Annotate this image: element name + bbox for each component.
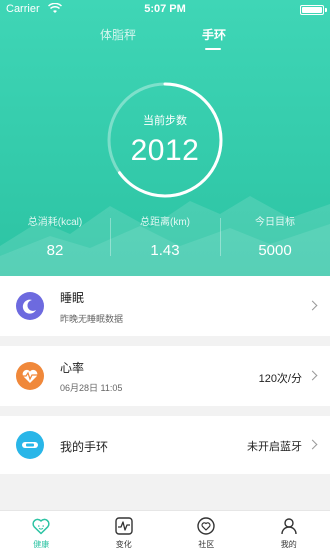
sleep-card[interactable]: Z 睡眠 昨晚无睡眠数据 [0, 276, 330, 336]
heart-rate-value: 120次/分 [258, 373, 302, 385]
stats-row: 总消耗(kcal) 82 总距离(km) 1.43 今日目标 5000 [0, 213, 330, 263]
stat-calories-label: 总消耗(kcal) [27, 217, 83, 228]
stat-distance-label: 总距离(km) [140, 217, 190, 228]
chevron-right-icon [307, 300, 318, 311]
stat-distance: 总距离(km) 1.43 [110, 213, 220, 259]
stats-divider [110, 218, 111, 256]
tabbar-item-health[interactable]: 健康 [0, 511, 83, 550]
tab-band[interactable]: 手环 [202, 26, 226, 43]
my-band-title: 我的手环 [60, 440, 109, 454]
moon-icon: Z [16, 292, 44, 320]
tabbar-label-community: 社区 [198, 540, 215, 549]
community-heart-icon [197, 517, 215, 535]
stat-distance-value: 1.43 [150, 242, 180, 259]
tabbar-label-change: 变化 [115, 540, 132, 549]
top-tabs: 体脂秤 手环 [0, 26, 330, 54]
stats-divider [220, 218, 221, 256]
heart-rate-time: 06月28日 11:05 [60, 383, 123, 393]
tab-scale[interactable]: 体脂秤 [100, 26, 136, 43]
user-icon [280, 518, 297, 535]
tabbar-label-me: 我的 [280, 540, 297, 549]
status-time: 5:07 PM [144, 3, 186, 15]
my-band-card[interactable]: 我的手环 未开启蓝牙 [0, 416, 330, 474]
steps-label: 当前步数 [143, 115, 187, 127]
tab-underline [205, 48, 221, 50]
sleep-subtitle: 昨晚无睡眠数据 [60, 314, 124, 324]
heart-pulse-icon [16, 362, 44, 390]
stat-goal: 今日目标 5000 [220, 213, 330, 259]
heart-rate-card[interactable]: 心率 06月28日 11:05 120次/分 [0, 346, 330, 406]
health-heart-icon [32, 518, 50, 535]
bottom-tab-bar: 健康 变化 社区 我的 [0, 510, 330, 550]
svg-text:Z: Z [33, 301, 37, 307]
stat-goal-label: 今日目标 [255, 217, 295, 228]
tabbar-item-community[interactable]: 社区 [165, 511, 248, 550]
steps-value: 2012 [130, 134, 200, 167]
tabbar-label-health: 健康 [33, 540, 50, 549]
status-bar: Carrier 5:07 PM [0, 0, 330, 20]
sleep-title: 睡眠 [60, 291, 85, 305]
stat-goal-value: 5000 [258, 242, 292, 259]
band-icon [16, 431, 44, 459]
chevron-right-icon [307, 370, 318, 381]
stat-calories-value: 82 [46, 242, 64, 259]
hero-header: Carrier 5:07 PM 体脂秤 手环 当前步数 2012 总消耗(kca… [0, 0, 330, 276]
chevron-right-icon [307, 439, 318, 450]
bluetooth-status: 未开启蓝牙 [247, 441, 302, 453]
battery-icon [300, 5, 327, 15]
tabbar-item-me[interactable]: 我的 [248, 511, 330, 550]
stat-calories: 总消耗(kcal) 82 [0, 213, 110, 259]
heart-rate-title: 心率 [60, 361, 85, 375]
tabbar-item-change[interactable]: 变化 [83, 511, 166, 550]
activity-icon [114, 517, 133, 535]
